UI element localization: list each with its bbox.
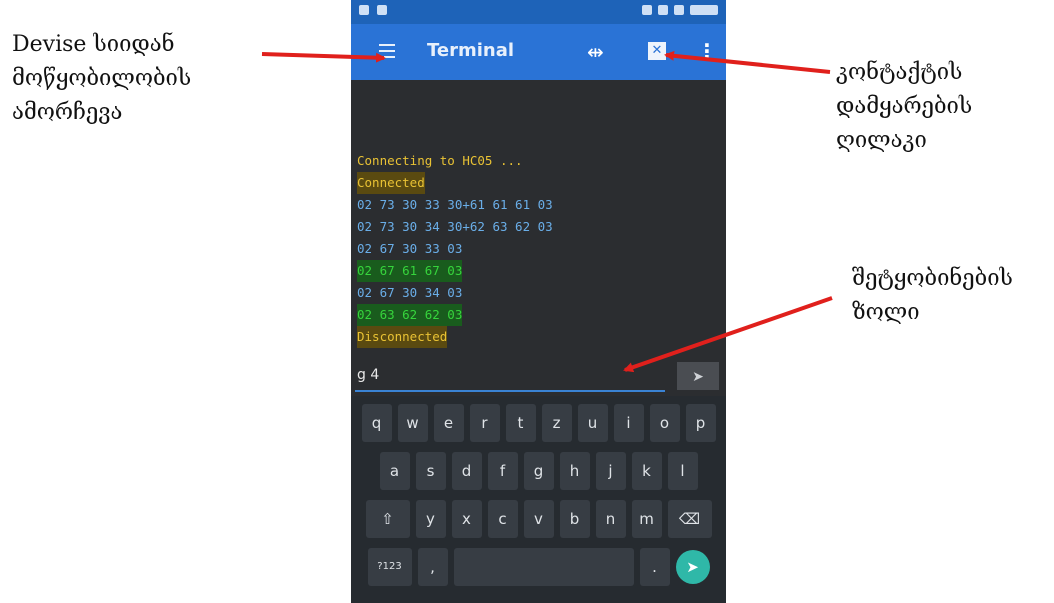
- keyboard-key[interactable]: b: [559, 500, 590, 538]
- terminal-line: Disconnected: [355, 326, 715, 348]
- keyboard-row: ⇧ y x c v b n m ⌫: [351, 500, 726, 538]
- terminal-line-text: 02 67 30 33 03: [357, 241, 463, 256]
- keyboard-key[interactable]: e: [433, 404, 464, 442]
- delete-icon[interactable]: ✕: [648, 42, 666, 60]
- annotation-line: ზოლი: [852, 300, 920, 325]
- annotation-device-selection: Devise სიიდან მოწყობილობის ამორჩევა: [12, 28, 191, 130]
- keyboard-key[interactable]: ⌫: [667, 500, 712, 538]
- terminal-line-text: 02 67 30 34 03: [357, 285, 463, 300]
- annotation-line: მოწყობილობის: [12, 66, 192, 91]
- clock: [690, 5, 718, 15]
- keyboard-row: ?123,. ➤: [351, 548, 726, 586]
- status-bar: [351, 0, 726, 24]
- annotation-connect-button: კონტაქტის დამყარების ღილაკი: [836, 56, 972, 158]
- keyboard-key[interactable]: j: [595, 452, 626, 490]
- keyboard-key[interactable]: .: [639, 548, 670, 586]
- annotation-line: კონტაქტის: [836, 60, 963, 85]
- keyboard-key[interactable]: y: [415, 500, 446, 538]
- annotation-line: დამყარების: [836, 94, 973, 119]
- bluetooth-icon: [642, 5, 652, 15]
- annotation-line: ამორჩევა: [12, 100, 123, 125]
- terminal-line-text: 02 67 61 67 03: [357, 260, 463, 282]
- terminal-line: 02 67 61 67 03: [355, 260, 715, 282]
- app-title: Terminal: [427, 40, 515, 61]
- keyboard-key[interactable]: n: [595, 500, 626, 538]
- keyboard-key[interactable]: f: [487, 452, 518, 490]
- terminal-line-text: Disconnected: [357, 326, 448, 348]
- keyboard-key[interactable]: ?123: [367, 548, 412, 586]
- keyboard-key[interactable]: h: [559, 452, 590, 490]
- keyboard-key[interactable]: s: [415, 452, 446, 490]
- keyboard-key[interactable]: t: [505, 404, 536, 442]
- message-input[interactable]: [355, 360, 665, 392]
- terminal-line: 02 73 30 34 30+62 63 62 03: [355, 216, 715, 238]
- annotation-line: ღილაკი: [836, 128, 927, 153]
- terminal-line: 02 67 30 33 03: [355, 238, 715, 260]
- keyboard-key[interactable]: c: [487, 500, 518, 538]
- annotation-message-bar: შეტყობინების ზოლი: [852, 262, 1013, 330]
- keyboard-key[interactable]: z: [541, 404, 572, 442]
- keyboard-key[interactable]: i: [613, 404, 644, 442]
- terminal-output: Connecting to HC05 ... Connected 02 73 30 …: [355, 150, 715, 348]
- terminal-line-text: 02 73 30 33 30+61 61 61 03: [357, 197, 553, 212]
- signal-icon: [658, 5, 668, 15]
- keyboard-key[interactable]: o: [649, 404, 680, 442]
- terminal-line: Connecting to HC05 ...: [355, 150, 715, 172]
- terminal-line: 02 67 30 34 03: [355, 282, 715, 304]
- keyboard-key[interactable]: d: [451, 452, 482, 490]
- keyboard-row: qwertzuiop: [351, 404, 726, 442]
- keyboard-key[interactable]: l: [667, 452, 698, 490]
- hamburger-icon[interactable]: [379, 44, 395, 58]
- keyboard-key[interactable]: k: [631, 452, 662, 490]
- notification-icon: [359, 5, 369, 15]
- terminal-line-text: Connecting to HC05 ...: [357, 153, 523, 168]
- keyboard-key[interactable]: ⇧: [365, 500, 410, 538]
- battery-icon: [674, 5, 684, 15]
- space-key[interactable]: [453, 548, 634, 586]
- annotation-line: შეტყობინების: [852, 266, 1013, 291]
- overflow-menu-icon[interactable]: ⋮: [697, 39, 717, 63]
- terminal-line: 02 73 30 33 30+61 61 61 03: [355, 194, 715, 216]
- keyboard-key[interactable]: p: [685, 404, 716, 442]
- keyboard-key[interactable]: q: [361, 404, 392, 442]
- send-button[interactable]: ➤: [677, 362, 719, 390]
- terminal-line-text: 02 73 30 34 30+62 63 62 03: [357, 219, 553, 234]
- terminal-line-text: Connected: [357, 172, 425, 194]
- keyboard-row: asdfghjkl: [351, 452, 726, 490]
- connect-icon[interactable]: ⇹: [587, 40, 604, 64]
- annotation-line: Devise სიიდან: [12, 32, 175, 57]
- terminal-line: 02 63 62 62 03: [355, 304, 715, 326]
- keyboard-key[interactable]: w: [397, 404, 428, 442]
- keyboard-key[interactable]: ➤: [675, 550, 710, 584]
- keyboard-key[interactable]: r: [469, 404, 500, 442]
- terminal-line-text: 02 63 62 62 03: [357, 304, 463, 326]
- keyboard-key[interactable]: a: [379, 452, 410, 490]
- keyboard-key[interactable]: x: [451, 500, 482, 538]
- app-bar: Terminal ⇹ ✕ ⋮: [351, 24, 726, 80]
- keyboard-key[interactable]: v: [523, 500, 554, 538]
- on-screen-keyboard: q w e r t z u i o p a s d f g h j k l ⇧ y x c v b n m ⌫ ?123,. ➤: [351, 396, 726, 603]
- keyboard-key[interactable]: ,: [417, 548, 448, 586]
- phone-screenshot: Terminal ⇹ ✕ ⋮ Connecting to HC05 ... Con…: [351, 0, 726, 603]
- keyboard-key[interactable]: m: [631, 500, 662, 538]
- message-bar: ➤: [351, 358, 726, 394]
- keyboard-key[interactable]: u: [577, 404, 608, 442]
- notification-icon: [377, 5, 387, 15]
- keyboard-key[interactable]: g: [523, 452, 554, 490]
- terminal-line: Connected: [355, 172, 715, 194]
